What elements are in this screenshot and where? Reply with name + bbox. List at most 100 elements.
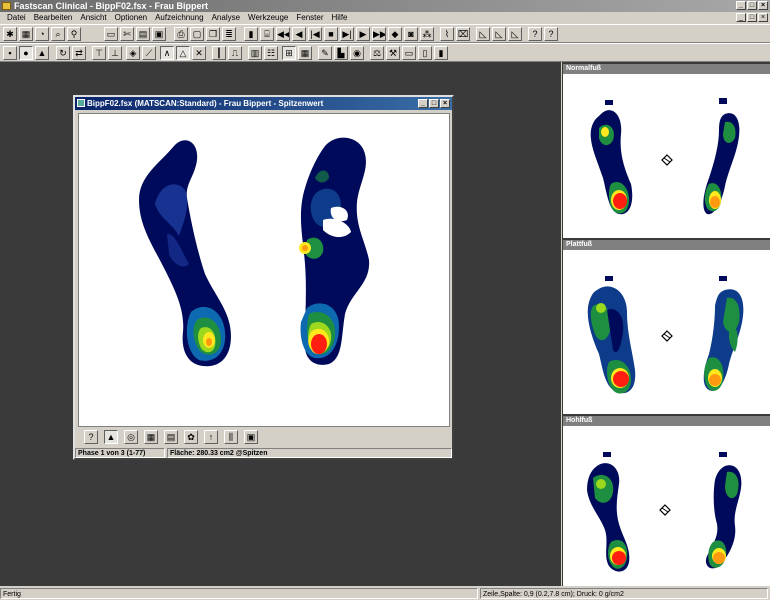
diamond-button[interactable]: ◈ <box>126 46 140 60</box>
chart-a-button[interactable]: ◺ <box>476 27 490 41</box>
wave-button[interactable]: ∧ <box>160 46 174 60</box>
swap-button[interactable]: ⇄ <box>72 46 86 60</box>
query-button[interactable]: ? <box>84 430 98 444</box>
ruler-button[interactable]: ⟋ <box>142 46 156 60</box>
layout-c-button[interactable]: ▮ <box>434 46 448 60</box>
pen-button[interactable]: ✎ <box>318 46 332 60</box>
fast-forward-button[interactable]: ▶▶ <box>372 27 386 41</box>
print-button[interactable]: ⎙ <box>174 27 188 41</box>
terrain-button[interactable]: ▲ <box>35 46 49 60</box>
cross-button[interactable]: ✕ <box>192 46 206 60</box>
menu-aufzeichnung[interactable]: Aufzeichnung <box>151 12 207 24</box>
wrench-button[interactable]: ⚒ <box>386 46 400 60</box>
pressure-button[interactable]: ◉ <box>350 46 364 60</box>
table-view-button[interactable]: ▤ <box>164 430 178 444</box>
notes-button[interactable]: ≣ <box>222 27 236 41</box>
peak-button[interactable]: ▲ <box>104 430 118 444</box>
menu-fenster[interactable]: Fenster <box>292 12 327 24</box>
chart-c-button[interactable]: ◺ <box>508 27 522 41</box>
area-button[interactable]: ▦ <box>298 46 312 60</box>
layout-a-button[interactable]: ▭ <box>402 46 416 60</box>
table-view-icon: ▤ <box>166 432 176 442</box>
chart-button[interactable]: ▙ <box>334 46 348 60</box>
sensor-button[interactable]: ▪ <box>3 46 17 60</box>
mdi-close-button[interactable]: × <box>758 13 768 22</box>
menu-hilfe[interactable]: Hilfe <box>328 12 352 24</box>
step-button[interactable]: ⎍ <box>228 46 242 60</box>
cop-button[interactable]: ◎ <box>124 430 138 444</box>
graph-button[interactable]: ↑ <box>204 430 218 444</box>
pressure-map[interactable] <box>78 113 450 427</box>
balance-button[interactable]: ⚖ <box>370 46 384 60</box>
reference-pane-flat[interactable]: Plattfuß <box>563 240 770 414</box>
refresh-button[interactable]: ↻ <box>56 46 70 60</box>
play-button[interactable]: ▶ <box>356 27 370 41</box>
child-maximize-button[interactable]: □ <box>429 99 439 108</box>
camera-button[interactable]: ◙ <box>404 27 418 41</box>
save-button[interactable]: ▣ <box>152 27 166 41</box>
menu-analyse[interactable]: Analyse <box>208 12 244 24</box>
stop-button[interactable]: ■ <box>324 27 338 41</box>
menu-ansicht[interactable]: Ansicht <box>76 12 110 24</box>
green-circle-icon: ● <box>23 48 29 58</box>
table-button[interactable]: ⊤ <box>92 46 106 60</box>
mdi-minimize-button[interactable]: _ <box>736 13 746 22</box>
grid-view-button[interactable]: ▦ <box>144 430 158 444</box>
graph-icon: ↑ <box>208 432 214 442</box>
menu-datei[interactable]: Datei <box>3 12 30 24</box>
first-frame-button[interactable]: |◀ <box>308 27 322 41</box>
green-circle-button[interactable]: ● <box>19 46 33 60</box>
search-button[interactable]: ⌕ <box>51 27 65 41</box>
trash-button[interactable]: ⌧ <box>456 27 470 41</box>
context-help-button[interactable]: ? <box>544 27 558 41</box>
minimize-button[interactable]: _ <box>736 1 746 10</box>
footsteps-icon: ⁂ <box>422 29 432 39</box>
child-minimize-button[interactable]: _ <box>418 99 428 108</box>
record-button[interactable]: ⌸ <box>260 27 274 41</box>
calc-button[interactable]: ⊞ <box>282 46 296 60</box>
bench-button[interactable]: ⊥ <box>108 46 122 60</box>
star-button[interactable]: ✱ <box>3 27 17 41</box>
step-back-button[interactable]: ◀ <box>292 27 306 41</box>
grid-button[interactable]: ▦ <box>19 27 33 41</box>
preview-icon: ▢ <box>192 29 202 39</box>
cross-icon: ✕ <box>195 48 203 58</box>
reference-pane-high-arch[interactable]: Hohlfuß <box>563 416 770 586</box>
grid-view-icon: ▦ <box>146 432 156 442</box>
footsteps-button[interactable]: ⁂ <box>420 27 434 41</box>
menu-optionen[interactable]: Optionen <box>111 12 151 24</box>
mountain-button[interactable]: △ <box>176 46 190 60</box>
magnify-button[interactable]: ⚲ <box>67 27 81 41</box>
reference-pane-normal[interactable]: Normalfuß <box>563 64 770 238</box>
traffic-light-button[interactable]: ▮ <box>244 27 258 41</box>
child-close-button[interactable]: × <box>440 99 450 108</box>
zoom-button[interactable]: ◔ <box>35 27 49 41</box>
columns-button[interactable]: ▥ <box>248 46 262 60</box>
marker-button[interactable]: ◆ <box>388 27 402 41</box>
export-button[interactable]: ▣ <box>244 430 258 444</box>
layout-b-icon: ▯ <box>422 48 428 58</box>
close-button[interactable]: × <box>758 1 768 10</box>
database-button[interactable]: ▤ <box>136 27 150 41</box>
preview-button[interactable]: ▢ <box>190 27 204 41</box>
levels-button[interactable]: ⫼ <box>224 430 238 444</box>
rewind-button[interactable]: ◀◀ <box>276 27 290 41</box>
chart-b-button[interactable]: ◺ <box>492 27 506 41</box>
sensor-icon: ▪ <box>8 48 12 58</box>
bar-button[interactable]: ┃ <box>212 46 226 60</box>
layout-b-button[interactable]: ▯ <box>418 46 432 60</box>
brush-button[interactable]: ⌇ <box>440 27 454 41</box>
last-frame-button[interactable]: ▶| <box>340 27 354 41</box>
copy-button[interactable]: ❐ <box>206 27 220 41</box>
mdi-restore-button[interactable]: □ <box>747 13 757 22</box>
help-button[interactable]: ? <box>528 27 542 41</box>
open-folder-button[interactable]: ▭ <box>104 27 118 41</box>
colors-button[interactable]: ✿ <box>184 430 198 444</box>
connect-button[interactable]: ✄ <box>120 27 134 41</box>
cursor-readout: Zeile,Spalte: 0,9 (0.2,7.8 cm); Druck: 0… <box>480 588 768 599</box>
analysis-toolbar: ▪ ● ▲ ↻ ⇄ ⊤ ⊥ ◈ ⟋ ∧ △ ✕ ┃ ⎍ ▥ ☷ ⊞ ▦ ✎ ▙ ◉ ⚖ ⚒ ▭ ▯ ▮ <box>0 43 770 62</box>
menu-werkzeuge[interactable]: Werkzeuge <box>244 12 292 24</box>
maximize-button[interactable]: □ <box>747 1 757 10</box>
feet-button[interactable]: ☷ <box>264 46 278 60</box>
menu-bearbeiten[interactable]: Bearbeiten <box>30 12 77 24</box>
